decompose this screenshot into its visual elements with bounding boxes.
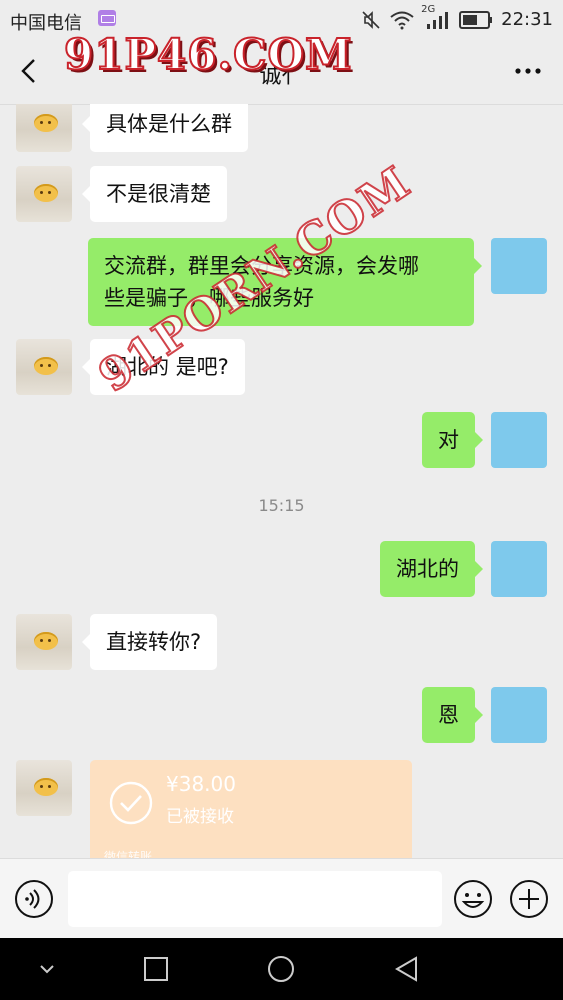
transfer-amount: ¥38.00: [166, 772, 236, 796]
message-list[interactable]: 具体是什么群 不是很清楚 交流群，群里会分享资源，会发哪 些是骗子，哪些服务好 …: [0, 104, 563, 858]
self-avatar[interactable]: [491, 541, 547, 597]
message-bubble-outgoing[interactable]: 恩: [422, 687, 483, 743]
contact-avatar[interactable]: [16, 614, 72, 670]
transfer-card[interactable]: ¥38.00 已被接收 微信转账: [90, 760, 412, 858]
check-circle-icon: [109, 781, 153, 825]
contact-avatar[interactable]: [16, 166, 72, 222]
emoji-icon[interactable]: [453, 879, 493, 919]
voice-icon[interactable]: [14, 879, 54, 919]
contact-avatar[interactable]: [16, 104, 72, 152]
message-bubble-incoming[interactable]: 不是很清楚: [82, 166, 227, 222]
input-bar: [0, 858, 563, 939]
recent-apps-icon[interactable]: [141, 954, 171, 984]
keyboard-icon: [98, 10, 116, 26]
message-bubble-incoming[interactable]: 具体是什么群: [82, 104, 248, 152]
message-bubble-outgoing[interactable]: 对: [422, 412, 483, 468]
message-bubble-incoming[interactable]: 直接转你?: [81, 614, 218, 670]
transfer-footer: 微信转账: [104, 850, 153, 858]
timestamp: 15:15: [258, 496, 305, 515]
signal-icon: 2G: [421, 4, 451, 30]
chevron-down-icon[interactable]: [32, 954, 62, 984]
watermark-top: 91P46.COM: [63, 29, 353, 80]
self-avatar[interactable]: [491, 687, 547, 743]
more-horizontal-icon[interactable]: [513, 58, 543, 84]
self-avatar[interactable]: [491, 412, 547, 468]
home-icon[interactable]: [266, 954, 296, 984]
message-bubble-outgoing[interactable]: 湖北的: [380, 541, 483, 597]
contact-avatar[interactable]: [16, 339, 72, 395]
clock: 22:31: [501, 9, 553, 30]
contact-avatar[interactable]: [16, 760, 72, 816]
transfer-status: 已被接收: [166, 807, 234, 827]
mute-icon: [362, 10, 380, 29]
message-input[interactable]: [68, 871, 442, 927]
battery-icon: [459, 10, 493, 29]
plus-icon[interactable]: [509, 879, 549, 919]
system-nav-bar: [0, 938, 563, 1000]
wifi-icon: [390, 11, 414, 29]
self-avatar[interactable]: [491, 238, 547, 294]
back-triangle-icon[interactable]: [392, 954, 422, 984]
